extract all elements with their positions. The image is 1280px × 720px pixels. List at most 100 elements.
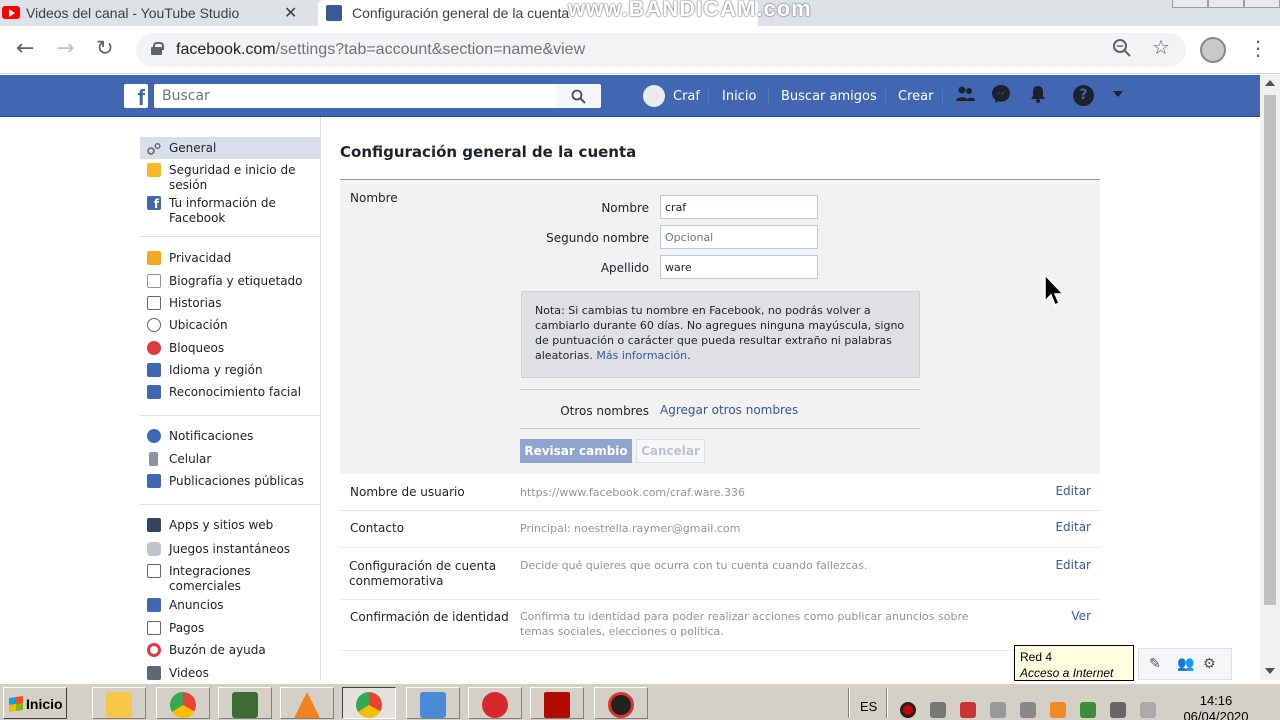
- sidebar-item-label: Juegos instantáneos: [169, 542, 291, 556]
- menu-icon[interactable]: ⋮: [1248, 36, 1268, 60]
- sidebar-divider: [140, 415, 320, 416]
- sidebar-item-timeline-tagging[interactable]: Biografía y etiquetado: [140, 274, 320, 289]
- group-icon[interactable]: 👥: [1177, 656, 1194, 672]
- start-button[interactable]: Inicio: [3, 687, 67, 719]
- sidebar-item-business-integrations[interactable]: Integraciones comerciales: [140, 564, 320, 594]
- minimize-button[interactable]: [1172, 0, 1208, 8]
- middle-name-field[interactable]: [660, 225, 818, 249]
- sidebar-item-instant-games[interactable]: Juegos instantáneos: [140, 542, 320, 557]
- flag-icon[interactable]: [1140, 702, 1156, 718]
- sidebar-item-label: General: [169, 141, 217, 155]
- lifebuoy-icon: [147, 643, 161, 657]
- scroll-down-arrow-icon[interactable]: [1265, 668, 1275, 674]
- avast-icon[interactable]: [1050, 702, 1066, 718]
- cancel-button[interactable]: Cancelar: [636, 439, 705, 463]
- back-icon[interactable]: ←: [16, 36, 34, 61]
- sidebar-item-blocking[interactable]: Bloqueos: [140, 341, 320, 356]
- messenger-icon[interactable]: [991, 84, 1011, 104]
- sidebar-item-security[interactable]: Seguridad e inicio de sesión: [140, 163, 320, 193]
- maximize-button[interactable]: [1208, 0, 1244, 8]
- network-icon[interactable]: [1110, 702, 1126, 718]
- globe-icon: [147, 429, 161, 443]
- clock-time: 14:16: [1199, 693, 1233, 708]
- sidebar-item-location[interactable]: Ubicación: [140, 318, 320, 333]
- mega-icon: [482, 692, 508, 718]
- taskbar-bandicam[interactable]: [594, 687, 648, 719]
- tab-youtube-studio[interactable]: Videos del canal - YouTube Studio ✕: [0, 0, 308, 26]
- taskbar-chrome[interactable]: [156, 687, 210, 719]
- address-bar[interactable]: facebook.com/settings?tab=account&sectio…: [136, 33, 1186, 67]
- taskbar-vlc[interactable]: [280, 687, 334, 719]
- notifications-bell-icon[interactable]: [1028, 84, 1048, 104]
- sidebar-item-payments[interactable]: Pagos: [140, 621, 320, 636]
- reload-icon[interactable]: ↻: [96, 36, 114, 60]
- page-title: Configuración general de la cuenta: [340, 143, 637, 161]
- sidebar-item-language-region[interactable]: Idioma y región: [140, 363, 320, 378]
- page-scrollbar[interactable]: [1260, 75, 1280, 680]
- edit-memorialization-link[interactable]: Editar: [1040, 558, 1091, 572]
- sidebar-item-ads[interactable]: Anuncios: [140, 598, 320, 613]
- sidebar-item-apps-websites[interactable]: Apps y sitios web: [140, 518, 320, 533]
- taskbar-app[interactable]: [218, 687, 272, 719]
- help-icon[interactable]: ?: [1073, 85, 1094, 106]
- taskbar-control-panel[interactable]: [406, 687, 460, 719]
- tab-title: Videos del canal - YouTube Studio: [26, 5, 240, 21]
- sidebar-item-label: Videos: [169, 666, 209, 680]
- new-message-icon[interactable]: ✎: [1149, 656, 1161, 672]
- sidebar-item-public-posts[interactable]: Publicaciones públicas: [140, 474, 320, 489]
- taskbar-mega[interactable]: [468, 687, 522, 719]
- taskbar-explorer[interactable]: [92, 687, 146, 719]
- record-icon[interactable]: [900, 702, 916, 718]
- bookmark-star-icon[interactable]: ☆: [1152, 35, 1170, 59]
- last-name-field[interactable]: [660, 255, 818, 279]
- search-button[interactable]: [556, 84, 601, 108]
- settings-gear-icon[interactable]: ⚙: [1203, 656, 1216, 672]
- facebook-logo-icon[interactable]: f: [124, 84, 148, 108]
- sidebar-item-stories[interactable]: Historias: [140, 296, 320, 311]
- taskbar-chrome-active[interactable]: [342, 687, 396, 719]
- view-identity-link[interactable]: Ver: [1040, 609, 1091, 623]
- language-indicator[interactable]: ES: [860, 699, 877, 714]
- battery-icon[interactable]: [1080, 702, 1096, 718]
- row-divider: [340, 650, 1100, 651]
- forward-icon[interactable]: →: [56, 36, 74, 61]
- edit-username-link[interactable]: Editar: [1040, 484, 1091, 498]
- nav-find-friends-link[interactable]: Buscar amigos: [781, 89, 877, 104]
- sidebar-item-mobile[interactable]: Celular: [140, 452, 320, 467]
- edit-contact-link[interactable]: Editar: [1040, 520, 1091, 534]
- zoom-icon[interactable]: [1112, 38, 1132, 58]
- sidebar-item-support-inbox[interactable]: Buzón de ayuda: [140, 643, 320, 658]
- taskbar-acrobat[interactable]: [530, 687, 584, 719]
- sidebar-item-notifications[interactable]: Notificaciones: [140, 429, 320, 444]
- search-input[interactable]: [154, 84, 556, 108]
- account-menu-chevron-icon[interactable]: [1110, 88, 1126, 100]
- nav-profile-link[interactable]: Craf: [673, 89, 700, 104]
- review-change-button[interactable]: Revisar cambio: [520, 439, 632, 463]
- first-name-field[interactable]: [660, 195, 818, 219]
- add-other-names-link[interactable]: Agregar otros nombres: [660, 403, 798, 417]
- scrollbar-thumb[interactable]: [1264, 95, 1276, 605]
- friend-requests-icon[interactable]: [955, 84, 975, 104]
- profile-avatar-icon[interactable]: [1200, 37, 1226, 63]
- nav-home-link[interactable]: Inicio: [722, 89, 756, 104]
- avatar[interactable]: [643, 85, 665, 107]
- sidebar-item-privacy[interactable]: Privacidad: [140, 251, 320, 266]
- identity-confirmation-label: Confirmación de identidad: [350, 610, 509, 624]
- tray-app-icon[interactable]: [960, 702, 976, 718]
- more-info-link[interactable]: Más información: [596, 349, 687, 362]
- sidebar-item-general[interactable]: General: [140, 137, 320, 159]
- sidebar-item-face-recognition[interactable]: Reconocimiento facial: [140, 385, 320, 400]
- lock-icon[interactable]: [151, 42, 164, 55]
- system-clock[interactable]: 14:16 06/04/2020: [1176, 693, 1256, 720]
- close-window-button[interactable]: [1244, 0, 1280, 8]
- sidebar-item-your-facebook-information[interactable]: f Tu información de Facebook: [140, 196, 320, 226]
- close-icon[interactable]: ✕: [284, 3, 297, 23]
- tray-app-icon[interactable]: [930, 702, 946, 718]
- recording-watermark: www.BANDICAM.com: [568, 0, 812, 21]
- nav-create-link[interactable]: Crear: [898, 89, 933, 104]
- sidebar-item-label: Privacidad: [169, 251, 232, 265]
- tray-app-icon[interactable]: [1020, 702, 1036, 718]
- volume-icon[interactable]: [990, 702, 1006, 718]
- sidebar-item-videos[interactable]: Videos: [140, 666, 320, 681]
- scroll-up-arrow-icon[interactable]: [1265, 80, 1275, 86]
